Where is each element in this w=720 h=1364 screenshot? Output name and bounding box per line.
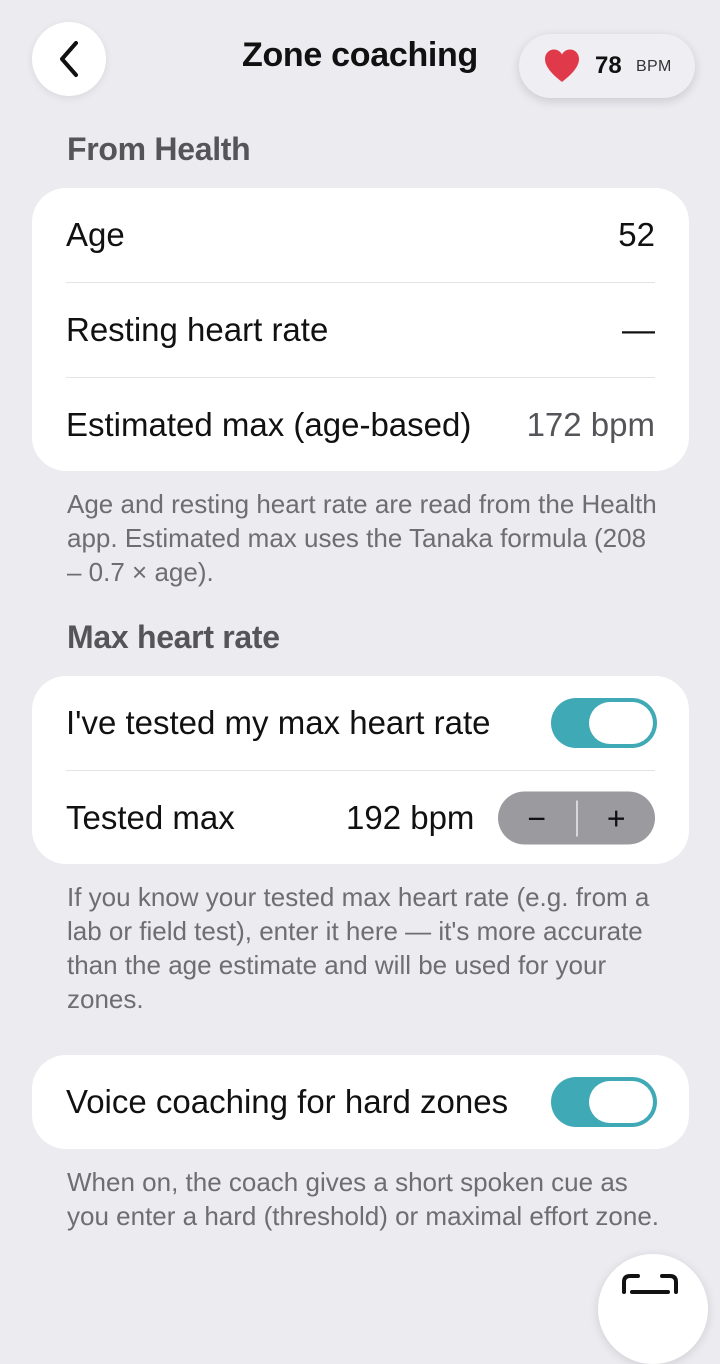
voice-coaching-label: Voice coaching for hard zones — [66, 1083, 509, 1120]
age-label: Age — [66, 216, 125, 253]
heart-rate-value: 78 — [595, 52, 622, 79]
toggle-knob — [589, 1081, 653, 1123]
estimated-max-row: Estimated max (age-based) 172 bpm — [32, 378, 689, 472]
section-header-from-health: From Health — [67, 131, 251, 167]
max-heart-rate-footnote: If you know your tested max heart rate (… — [67, 882, 650, 1014]
chevron-left-icon — [60, 41, 78, 77]
age-value: 52 — [618, 216, 655, 253]
age-row: Age 52 — [32, 188, 689, 282]
heart-rate-badge[interactable]: 78 BPM — [519, 34, 695, 98]
resting-heart-rate-label: Resting heart rate — [66, 311, 329, 348]
scan-button[interactable] — [598, 1254, 708, 1364]
decrement-button[interactable]: − — [498, 792, 576, 845]
voice-coaching-card: Voice coaching for hard zones — [32, 1055, 689, 1149]
estimated-max-value: 172 bpm — [526, 406, 655, 443]
from-health-footnote: Age and resting heart rate are read from… — [67, 489, 657, 587]
section-header-max-heart-rate: Max heart rate — [67, 619, 280, 655]
heart-rate-unit: BPM — [636, 58, 672, 75]
tested-max-row: Tested max 192 bpm − + — [32, 771, 689, 865]
tested-max-toggle[interactable] — [551, 698, 657, 748]
estimated-max-label: Estimated max (age-based) — [66, 406, 472, 443]
max-heart-rate-card: I've tested my max heart rate Tested max… — [32, 676, 689, 864]
toggle-knob — [589, 702, 653, 744]
increment-button[interactable]: + — [578, 792, 656, 845]
voice-coaching-toggle[interactable] — [551, 1077, 657, 1127]
tested-max-toggle-row[interactable]: I've tested my max heart rate — [32, 676, 689, 770]
tested-max-stepper[interactable]: − + — [498, 791, 656, 845]
resting-heart-rate-value: — — [622, 311, 655, 348]
tested-max-toggle-label: I've tested my max heart rate — [66, 704, 491, 741]
resting-heart-rate-row: Resting heart rate — — [32, 283, 689, 377]
tested-max-value: 192 bpm — [346, 799, 475, 836]
voice-coaching-footnote: When on, the coach gives a short spoken … — [67, 1167, 660, 1231]
heart-icon — [545, 49, 579, 82]
back-button[interactable] — [32, 22, 106, 96]
scan-icon — [622, 1274, 678, 1294]
voice-coaching-row[interactable]: Voice coaching for hard zones — [32, 1055, 689, 1149]
from-health-card: Age 52 Resting heart rate — Estimated ma… — [32, 188, 689, 471]
tested-max-label: Tested max — [66, 799, 235, 836]
